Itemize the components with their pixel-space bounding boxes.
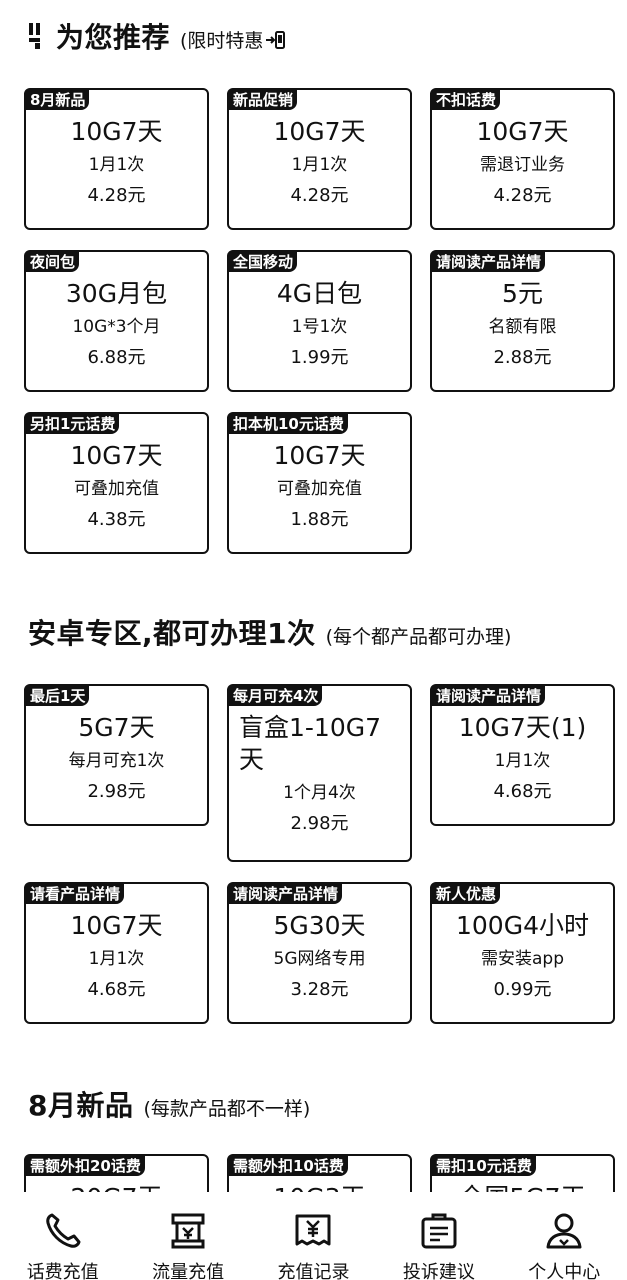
- section-title-android: 安卓专区,都可办理1次 (每个都产品都可办理): [28, 617, 512, 650]
- product-name: 5G30天: [273, 911, 366, 940]
- product-tag: 需扣10元话费: [432, 1156, 536, 1176]
- product-card[interactable]: 请阅读产品详情 10G7天(1) 1月1次 4.68元: [430, 684, 615, 826]
- product-price: 4.28元: [493, 185, 552, 206]
- product-price: 4.68元: [87, 979, 146, 1000]
- product-card[interactable]: 另扣1元话费 10G7天 可叠加充值 4.38元: [24, 412, 209, 554]
- product-card[interactable]: 不扣话费 10G7天 需退订业务 4.28元: [430, 88, 615, 230]
- product-desc: 5G网络专用: [273, 949, 366, 969]
- product-tag: 请阅读产品详情: [432, 252, 546, 272]
- product-name: 100G4小时: [456, 911, 589, 940]
- product-price: 4.28元: [87, 185, 146, 206]
- product-name: 10G7天: [70, 117, 163, 146]
- user-icon: [546, 1213, 582, 1249]
- product-name: 盲盒1-10G7天: [239, 713, 382, 774]
- product-desc: 可叠加充值: [277, 479, 362, 499]
- section-title-recommend: 为您推荐 (限时特惠: [28, 16, 287, 56]
- product-tag: 每月可充4次: [229, 686, 323, 706]
- tab-recharge-record[interactable]: 充值记录: [253, 1210, 373, 1280]
- product-name: 10G3天: [267, 1182, 371, 1192]
- arrow-box-icon: [266, 31, 286, 49]
- tab-phone-recharge[interactable]: 话费充值: [3, 1210, 123, 1280]
- product-card[interactable]: 请阅读产品详情 5元 名额有限 2.88元: [430, 250, 615, 392]
- product-card[interactable]: 新品促销 10G7天 1月1次 4.28元: [227, 88, 412, 230]
- product-price: 2.98元: [87, 781, 146, 802]
- product-tag: 全国移动: [229, 252, 298, 272]
- bottom-tab-bar: 话费充值 流量充值 充值记录 投诉建议 个人中心: [0, 1192, 627, 1280]
- product-tag: 不扣话费: [432, 90, 501, 110]
- product-desc: 1月1次: [88, 155, 145, 175]
- product-price: 3.28元: [290, 979, 349, 1000]
- product-card[interactable]: 新人优惠 100G4小时 需安装app 0.99元: [430, 882, 615, 1024]
- product-tag: 请阅读产品详情: [432, 686, 546, 706]
- product-card[interactable]: 扣本机10元话费 10G7天 可叠加充值 1.88元: [227, 412, 412, 554]
- product-name: 10G7天: [273, 117, 366, 146]
- product-tag: 新人优惠: [432, 884, 501, 904]
- product-tag: 扣本机10元话费: [229, 414, 348, 434]
- product-desc: 1月1次: [291, 155, 348, 175]
- product-desc: 需退订业务: [480, 155, 565, 175]
- product-tag: 需额外扣10话费: [229, 1156, 348, 1176]
- product-desc: 需安装app: [481, 949, 564, 969]
- product-card[interactable]: 8月新品 10G7天 1月1次 4.28元: [24, 88, 209, 230]
- product-price: 6.88元: [87, 347, 146, 368]
- product-list[interactable]: 为您推荐 (限时特惠 8月新品 10G7天 1月1次 4.28元 新品促销 10…: [0, 0, 627, 1192]
- product-desc: 10G*3个月: [72, 317, 161, 337]
- record-icon: [295, 1214, 331, 1246]
- product-price: 0.99元: [493, 979, 552, 1000]
- product-name: 20G7天: [64, 1182, 168, 1192]
- product-tag: 需额外扣20话费: [26, 1156, 145, 1176]
- product-desc: 1号1次: [291, 317, 348, 337]
- product-card[interactable]: 需额外扣10话费 10G3天: [227, 1154, 412, 1192]
- product-tag: 请看产品详情: [26, 884, 125, 904]
- product-name: 4G日包: [276, 279, 363, 308]
- product-name: 10G7天: [70, 441, 163, 470]
- product-card[interactable]: 每月可充4次 盲盒1-10G7天 1个月4次 2.98元: [227, 684, 412, 862]
- product-tag: 8月新品: [26, 90, 90, 110]
- tab-personal-center[interactable]: 个人中心: [504, 1210, 624, 1280]
- product-price: 4.38元: [87, 509, 146, 530]
- signal-icon: [29, 23, 40, 49]
- product-price: 4.68元: [493, 781, 552, 802]
- product-card[interactable]: 请看产品详情 10G7天 1月1次 4.68元: [24, 882, 209, 1024]
- product-tag: 夜间包: [26, 252, 80, 272]
- product-card[interactable]: 请阅读产品详情 5G30天 5G网络专用 3.28元: [227, 882, 412, 1024]
- product-desc: 可叠加充值: [74, 479, 159, 499]
- product-name: 10G7天(1): [458, 713, 587, 742]
- product-name: 5G7天: [78, 713, 155, 742]
- product-card[interactable]: 全国移动 4G日包 1号1次 1.99元: [227, 250, 412, 392]
- product-price: 1.99元: [290, 347, 349, 368]
- product-card[interactable]: 最后1天 5G7天 每月可充1次 2.98元: [24, 684, 209, 826]
- product-card[interactable]: 需额外扣20话费 20G7天: [24, 1154, 209, 1192]
- data-icon: [171, 1213, 205, 1249]
- product-price: 1.88元: [290, 509, 349, 530]
- phone-icon: [45, 1213, 81, 1248]
- product-desc: 1月1次: [88, 949, 145, 969]
- product-tag: 新品促销: [229, 90, 298, 110]
- product-name: 10G7天: [476, 117, 569, 146]
- section-title-new-august: 8月新品 (每款产品都不一样): [28, 1089, 311, 1122]
- product-name: 30G月包: [65, 279, 168, 308]
- product-name: 全国5G7天: [453, 1182, 591, 1192]
- product-name: 10G7天: [273, 441, 366, 470]
- product-tag: 另扣1元话费: [26, 414, 120, 434]
- tab-data-recharge[interactable]: 流量充值: [128, 1210, 248, 1280]
- product-price: 2.88元: [493, 347, 552, 368]
- product-name: 5元: [502, 279, 543, 308]
- product-desc: 1个月4次: [283, 783, 356, 803]
- product-tag: 请阅读产品详情: [229, 884, 343, 904]
- product-desc: 每月可充1次: [68, 751, 165, 771]
- product-price: 2.98元: [290, 813, 349, 834]
- tab-complaint-feedback[interactable]: 投诉建议: [379, 1210, 499, 1280]
- product-card[interactable]: 夜间包 30G月包 10G*3个月 6.88元: [24, 250, 209, 392]
- product-tag: 最后1天: [26, 686, 90, 706]
- product-name: 10G7天: [70, 911, 163, 940]
- product-price: 4.28元: [290, 185, 349, 206]
- product-card[interactable]: 需扣10元话费 全国5G7天: [430, 1154, 615, 1192]
- product-desc: 1月1次: [494, 751, 551, 771]
- feedback-icon: [421, 1213, 457, 1249]
- product-desc: 名额有限: [488, 317, 557, 337]
